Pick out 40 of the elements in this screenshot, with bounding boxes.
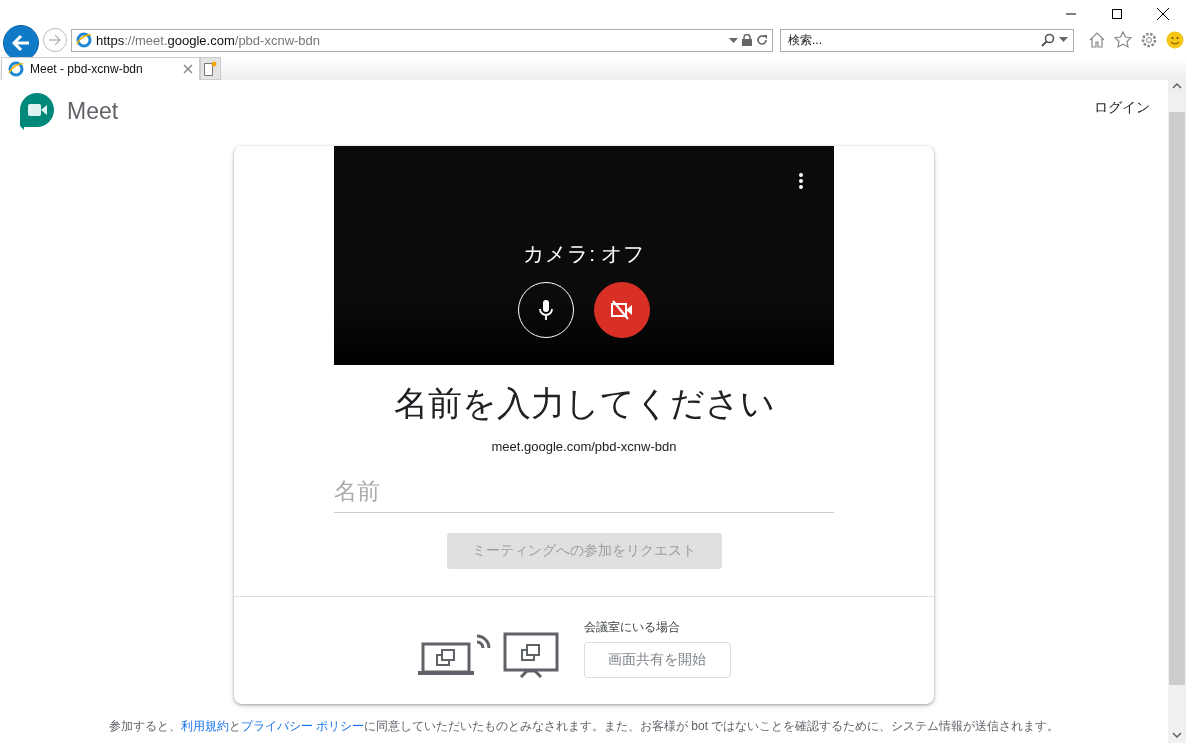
search-field[interactable]: 検索... [780, 28, 1074, 52]
login-link[interactable]: ログイン [1094, 99, 1150, 117]
microphone-icon [538, 299, 554, 321]
page-title: 名前を入力してください [393, 383, 775, 424]
search-icon[interactable] [1041, 32, 1055, 47]
close-icon [1157, 7, 1169, 20]
url-text: /pbd-xcnw-bdn [234, 32, 321, 48]
terms-link[interactable]: プライバシー ポリシー [240, 719, 364, 733]
browser-logo-icon [8, 61, 24, 77]
app-name: Meet [67, 98, 119, 125]
terms-link[interactable]: 利用規約 [180, 719, 229, 733]
settings-icon[interactable] [1140, 31, 1158, 49]
close-tab-icon[interactable] [183, 64, 193, 74]
room-label: 会議室にいる場合 [583, 619, 681, 636]
more-options-icon[interactable] [796, 172, 806, 192]
new-tab-button[interactable] [200, 57, 221, 80]
star-icon[interactable] [1114, 31, 1132, 49]
terms-notice: 参加すると、利用規約 と プライバシー ポリシーに同意していただいたものとみなされます。また、お客様が bot ではないことを確認するために、システム情報が送信されます。 [107, 718, 1061, 735]
forward-arrow-icon [48, 34, 62, 46]
camera-off-icon [610, 300, 634, 320]
dropdown-icon[interactable] [1059, 37, 1068, 42]
scroll-thumb[interactable] [1169, 112, 1185, 685]
scrollbar[interactable] [1168, 77, 1186, 743]
url-text: ://meet. [124, 32, 168, 48]
browser-logo-icon [76, 32, 92, 48]
refresh-icon[interactable] [756, 34, 768, 46]
video-camera-logo-icon [20, 93, 54, 130]
browser-tab[interactable]: Meet - pbd-xcnw-bdn [1, 57, 200, 80]
maximize-icon [1112, 8, 1122, 19]
smiley-icon[interactable] [1166, 31, 1184, 49]
lock-icon [742, 34, 752, 46]
back-arrow-icon [11, 34, 31, 52]
camera-button[interactable] [594, 282, 650, 338]
share-screen-button[interactable]: 画面共有を開始 [583, 642, 731, 678]
address-bar[interactable]: https://meet.google.com/pbd-xcnw-bdn [71, 28, 773, 52]
url-text: google.com [167, 32, 235, 48]
home-icon[interactable] [1088, 31, 1106, 49]
url-text: https [96, 32, 125, 48]
camera-status: カメラ: オフ [523, 241, 645, 267]
dropdown-icon[interactable] [729, 37, 738, 43]
